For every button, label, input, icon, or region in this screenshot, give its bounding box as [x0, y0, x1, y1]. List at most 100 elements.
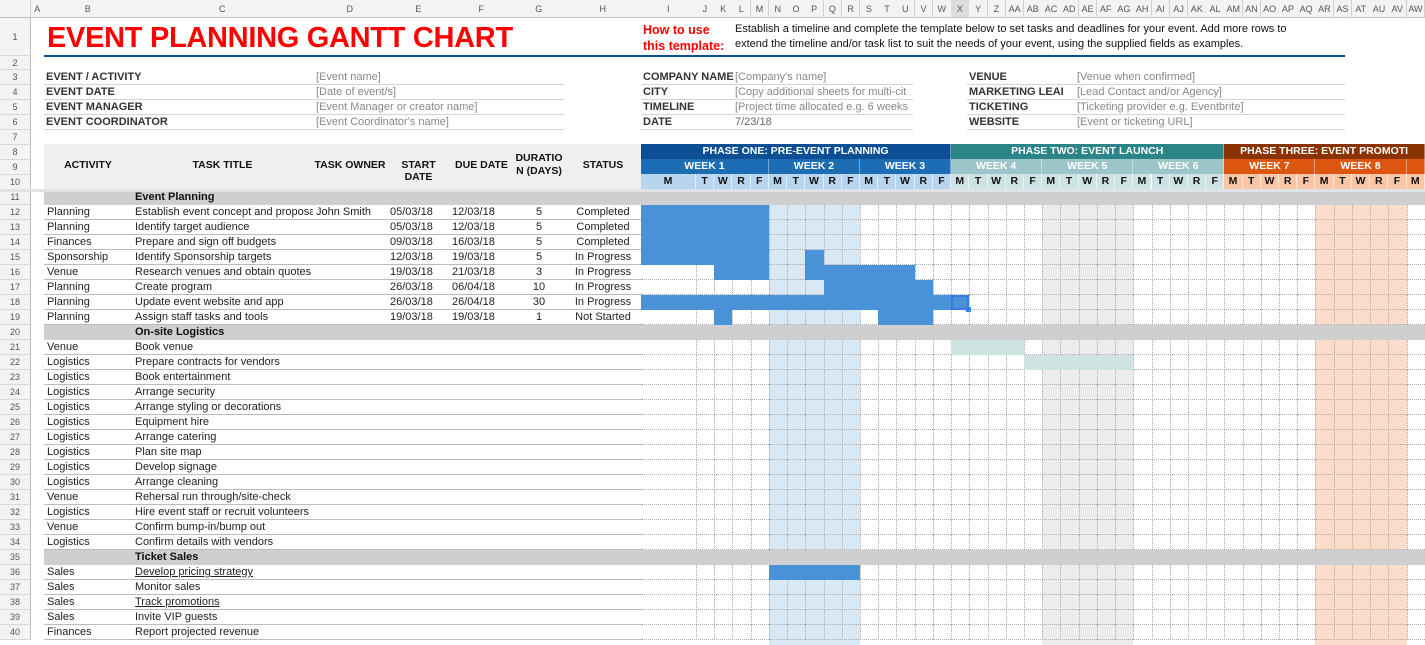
row-header[interactable]: 34 [0, 535, 31, 550]
row-header[interactable]: 14 [0, 235, 31, 250]
row-header[interactable]: 33 [0, 520, 31, 535]
row-header[interactable]: 35 [0, 550, 31, 565]
row-header[interactable]: 1 [0, 18, 31, 56]
task-duration[interactable]: 10 [513, 280, 565, 295]
column-header[interactable]: AS [1333, 0, 1353, 18]
row-header[interactable]: 17 [0, 280, 31, 295]
column-header[interactable]: O [787, 0, 806, 18]
task-activity[interactable]: Finances [47, 235, 131, 250]
task-duration[interactable]: 5 [513, 220, 565, 235]
row-header[interactable]: 37 [0, 580, 31, 595]
row-header[interactable]: 21 [0, 340, 31, 355]
gantt-bar-phase-two[interactable] [951, 340, 1024, 355]
task-duration[interactable]: 3 [513, 265, 565, 280]
task-start-date[interactable]: 19/03/18 [390, 265, 450, 280]
column-header[interactable]: AA [1005, 0, 1025, 18]
info-value[interactable]: [Event or ticketing URL] [1077, 115, 1345, 130]
task-activity[interactable]: Planning [47, 280, 131, 295]
row-header[interactable]: 29 [0, 460, 31, 475]
task-title[interactable]: Update event website and app [135, 295, 313, 310]
row-header[interactable]: 20 [0, 325, 31, 340]
task-duration[interactable]: 30 [513, 295, 565, 310]
column-header[interactable]: AR [1315, 0, 1335, 18]
task-title[interactable]: Research venues and obtain quotes [135, 265, 313, 280]
column-header[interactable]: I [641, 0, 697, 18]
task-due-date[interactable]: 12/03/18 [452, 205, 512, 220]
gantt-bar[interactable] [768, 565, 860, 580]
task-due-date[interactable]: 26/04/18 [452, 295, 512, 310]
column-header[interactable]: L [732, 0, 752, 18]
row-header[interactable]: 5 [0, 100, 31, 115]
task-start-date[interactable]: 05/03/18 [390, 205, 450, 220]
task-title[interactable]: Assign staff tasks and tools [135, 310, 313, 325]
task-row[interactable] [44, 460, 641, 475]
column-header[interactable]: J [696, 0, 715, 18]
column-header[interactable]: B [44, 0, 133, 18]
task-duration[interactable]: 5 [513, 235, 565, 250]
column-header[interactable]: AK [1187, 0, 1207, 18]
row-header[interactable]: 38 [0, 595, 31, 610]
task-owner[interactable]: John Smith [316, 205, 386, 220]
task-duration[interactable]: 5 [513, 205, 565, 220]
column-header[interactable]: Q [823, 0, 843, 18]
task-owner[interactable] [316, 250, 386, 265]
task-title[interactable]: Equipment hire [135, 415, 313, 430]
task-row[interactable] [44, 610, 641, 625]
task-row[interactable] [44, 565, 641, 580]
row-header[interactable]: 23 [0, 370, 31, 385]
column-header[interactable]: AH [1133, 0, 1152, 18]
info-value[interactable]: [Event Coordinator's name] [316, 115, 564, 130]
task-start-date[interactable]: 26/03/18 [390, 295, 450, 310]
gantt-bar[interactable] [641, 295, 970, 310]
column-header[interactable]: T [878, 0, 897, 18]
row-header[interactable]: 2 [0, 56, 31, 70]
task-owner[interactable] [316, 220, 386, 235]
task-owner[interactable] [316, 295, 386, 310]
column-header[interactable]: AW [1406, 0, 1425, 18]
row-header[interactable]: 30 [0, 475, 31, 490]
task-activity[interactable]: Sales [47, 610, 131, 625]
column-header[interactable]: S [859, 0, 879, 18]
task-row[interactable] [44, 580, 641, 595]
column-header[interactable]: AQ [1297, 0, 1316, 18]
row-header[interactable]: 19 [0, 310, 31, 325]
task-title[interactable]: Book venue [135, 340, 313, 355]
task-owner[interactable] [316, 265, 386, 280]
task-status[interactable]: In Progress [565, 295, 641, 310]
column-header[interactable]: U [896, 0, 916, 18]
task-title[interactable]: Prepare and sign off budgets [135, 235, 313, 250]
task-activity[interactable]: Logistics [47, 505, 131, 520]
task-activity[interactable]: Logistics [47, 370, 131, 385]
task-title[interactable]: Monitor sales [135, 580, 313, 595]
task-row[interactable] [44, 430, 641, 445]
info-value[interactable]: [Event Manager or creator name] [316, 100, 564, 115]
column-header[interactable]: AE [1078, 0, 1098, 18]
task-status[interactable]: In Progress [565, 250, 641, 265]
task-row[interactable] [44, 535, 641, 550]
task-owner[interactable] [316, 280, 386, 295]
task-duration[interactable]: 5 [513, 250, 565, 265]
task-activity[interactable]: Sales [47, 595, 131, 610]
column-header[interactable]: R [841, 0, 861, 18]
gantt-bar[interactable] [805, 250, 824, 265]
task-title[interactable]: Report projected revenue [135, 625, 313, 640]
info-value[interactable]: [Date of event/s] [316, 85, 564, 100]
row-header[interactable]: 7 [0, 130, 31, 145]
info-value[interactable]: [Project time allocated e.g. 6 weeks [735, 100, 913, 115]
row-header[interactable]: 26 [0, 415, 31, 430]
column-header[interactable]: F [450, 0, 514, 18]
task-status[interactable]: In Progress [565, 265, 641, 280]
row-header[interactable]: 11 [0, 190, 31, 205]
row-header[interactable]: 10 [0, 175, 31, 190]
task-title[interactable]: Identify target audience [135, 220, 313, 235]
column-header[interactable]: E [387, 0, 451, 18]
row-header[interactable]: 18 [0, 295, 31, 310]
task-title[interactable]: Develop pricing strategy [135, 565, 313, 580]
task-activity[interactable]: Logistics [47, 445, 131, 460]
row-header[interactable]: 27 [0, 430, 31, 445]
task-activity[interactable]: Logistics [47, 385, 131, 400]
column-header[interactable]: AT [1351, 0, 1371, 18]
task-title[interactable]: Plan site map [135, 445, 313, 460]
info-value[interactable]: [Venue when confirmed] [1077, 70, 1345, 85]
task-owner[interactable] [316, 235, 386, 250]
